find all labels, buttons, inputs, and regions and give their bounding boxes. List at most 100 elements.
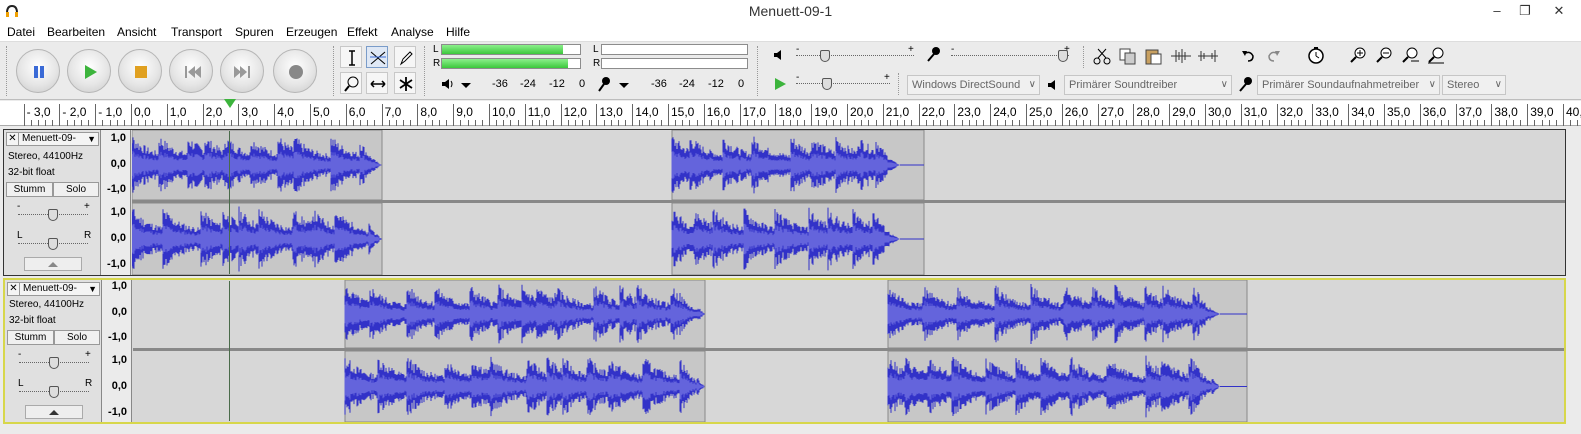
record-meter-left[interactable] (601, 44, 748, 55)
playhead-marker-icon[interactable] (224, 99, 236, 108)
solo-button[interactable]: Solo (54, 330, 100, 345)
pause-button[interactable] (16, 49, 60, 93)
chevron-down-icon[interactable] (460, 82, 472, 90)
timeshift-tool[interactable] (366, 72, 388, 94)
track-name-menu[interactable]: Menuett-09- (22, 133, 82, 144)
channel-left[interactable] (132, 130, 1565, 200)
slider-thumb[interactable] (49, 357, 59, 369)
ruler-minor-tick (331, 120, 333, 126)
slider-thumb[interactable] (820, 50, 830, 62)
track-name-menu[interactable]: Menuett-09- (23, 283, 83, 294)
track-menu-arrow-icon[interactable]: ▼ (88, 284, 97, 294)
slider-thumb[interactable] (49, 386, 59, 398)
slider-thumb[interactable] (1058, 50, 1068, 62)
timeline-ruler[interactable]: - 3,0 - 2,0 - 1,0 0,0 1,0 2,0 3,0 4,0 5,0 6,0 7,0 8… (0, 101, 1581, 126)
vertical-scale[interactable]: 1,0 0,0 -1,0 1,0 0,0 -1,0 (102, 280, 132, 422)
collapse-button[interactable] (24, 257, 82, 271)
ruler-minor-tick (653, 120, 655, 126)
menu-hilfe[interactable]: Hilfe (446, 25, 470, 39)
track-control-panel[interactable]: ✕ Menuett-09- ▼ Stereo, 44100Hz 32-bit f… (4, 130, 101, 275)
record-button[interactable] (273, 49, 317, 93)
toolbar-grip[interactable] (1083, 46, 1087, 68)
close-track-icon[interactable]: ✕ (8, 283, 20, 295)
menu-transport[interactable]: Transport (171, 25, 222, 39)
playback-device-select[interactable]: Primärer Soundtreiber ∨ (1064, 75, 1232, 95)
record-meter-right[interactable] (601, 58, 748, 69)
toolbar-grip[interactable] (6, 46, 10, 96)
selection-tool[interactable] (340, 46, 362, 68)
solo-button[interactable]: Solo (53, 182, 99, 197)
slider-thumb[interactable] (48, 209, 58, 221)
play-button[interactable] (67, 49, 111, 93)
channel-right[interactable] (132, 203, 1565, 275)
zoom-out-icon[interactable] (1375, 46, 1393, 64)
skip-end-button[interactable] (220, 49, 264, 93)
zoom-in-icon[interactable] (1349, 46, 1367, 64)
menu-effekt[interactable]: Effekt (347, 25, 377, 39)
playback-meter-left[interactable] (441, 44, 581, 55)
sync-lock-icon[interactable] (1307, 46, 1325, 64)
speaker-icon[interactable] (440, 77, 454, 91)
cut-icon[interactable] (1092, 47, 1112, 65)
multi-tool[interactable] (394, 72, 416, 94)
copy-icon[interactable] (1118, 47, 1138, 65)
mute-button[interactable]: Stumm (7, 330, 54, 345)
ruler-minor-tick (675, 120, 677, 126)
ruler-minor-tick (1111, 120, 1113, 126)
input-volume-slider[interactable] (951, 55, 1069, 57)
toolbar: L R L R -36 -24 -12 0 -36 -24 -12 0 - + … (0, 42, 1581, 100)
ruler-minor-tick (975, 120, 977, 126)
close-button[interactable]: ✕ (1550, 3, 1568, 19)
ruler-label: 18,0 (778, 105, 802, 119)
menu-erzeugen[interactable]: Erzeugen (286, 25, 337, 39)
menu-analyse[interactable]: Analyse (391, 25, 434, 39)
track-control-panel[interactable]: ✕ Menuett-09- ▼ Stereo, 44100Hz 32-bit f… (5, 280, 102, 422)
close-track-icon[interactable]: ✕ (7, 133, 19, 145)
mute-button[interactable]: Stumm (6, 182, 53, 197)
play-speed-slider[interactable] (796, 83, 890, 85)
menu-bearbeiten[interactable]: Bearbeiten (47, 25, 105, 39)
ruler-label: 21,0 (885, 105, 910, 119)
paste-icon[interactable] (1144, 47, 1164, 65)
audio-track[interactable]: ✕ Menuett-09- ▼ Stereo, 44100Hz 32-bit f… (3, 129, 1566, 276)
silence-icon[interactable] (1197, 47, 1219, 65)
vertical-scale[interactable]: 1,0 0,0 -1,0 1,0 0,0 -1,0 (101, 130, 131, 275)
playback-meter-right[interactable] (441, 58, 581, 69)
output-volume-slider[interactable] (796, 55, 914, 57)
slider-thumb[interactable] (822, 78, 832, 90)
trim-icon[interactable] (1170, 47, 1192, 65)
ruler-minor-tick (546, 120, 548, 126)
play-at-speed-icon[interactable] (772, 76, 788, 92)
stop-button[interactable] (118, 49, 162, 93)
maximize-button[interactable]: ❐ (1516, 3, 1534, 19)
menu-datei[interactable]: Datei (7, 25, 35, 39)
slider-thumb[interactable] (48, 238, 58, 250)
collapse-button[interactable] (25, 405, 83, 419)
channel-right[interactable] (133, 351, 1564, 422)
audio-track[interactable]: ✕ Menuett-09- ▼ Stereo, 44100Hz 32-bit f… (3, 278, 1566, 424)
microphone-icon[interactable] (597, 76, 611, 92)
zoom-tool[interactable] (340, 72, 362, 94)
recording-device-select[interactable]: Primärer Soundaufnahmetreiber ∨ (1257, 75, 1440, 95)
menu-spuren[interactable]: Spuren (235, 25, 274, 39)
playback-device-value: Primärer Soundtreiber (1069, 79, 1178, 91)
redo-icon[interactable] (1266, 48, 1282, 64)
audio-host-select[interactable]: Windows DirectSound ∨ (907, 75, 1040, 95)
menu-ansicht[interactable]: Ansicht (117, 25, 156, 39)
draw-tool[interactable] (394, 46, 416, 68)
toolbar-grip[interactable] (424, 46, 428, 96)
track-menu-arrow-icon[interactable]: ▼ (87, 134, 96, 144)
channel-left[interactable] (133, 280, 1564, 348)
fit-project-icon[interactable] (1427, 46, 1445, 64)
toolbar-grip[interactable] (757, 46, 761, 96)
toolbar-grip[interactable] (333, 46, 337, 96)
ruler-minor-tick (1269, 120, 1271, 126)
toolbar-grip[interactable] (898, 73, 902, 95)
chevron-down-icon[interactable] (618, 82, 630, 90)
undo-icon[interactable] (1240, 48, 1256, 64)
skip-start-button[interactable] (169, 49, 213, 93)
channels-select[interactable]: Stereo ∨ (1442, 75, 1506, 95)
fit-selection-icon[interactable] (1401, 46, 1419, 64)
envelope-tool[interactable] (366, 46, 388, 68)
minimize-button[interactable]: – (1488, 3, 1506, 19)
